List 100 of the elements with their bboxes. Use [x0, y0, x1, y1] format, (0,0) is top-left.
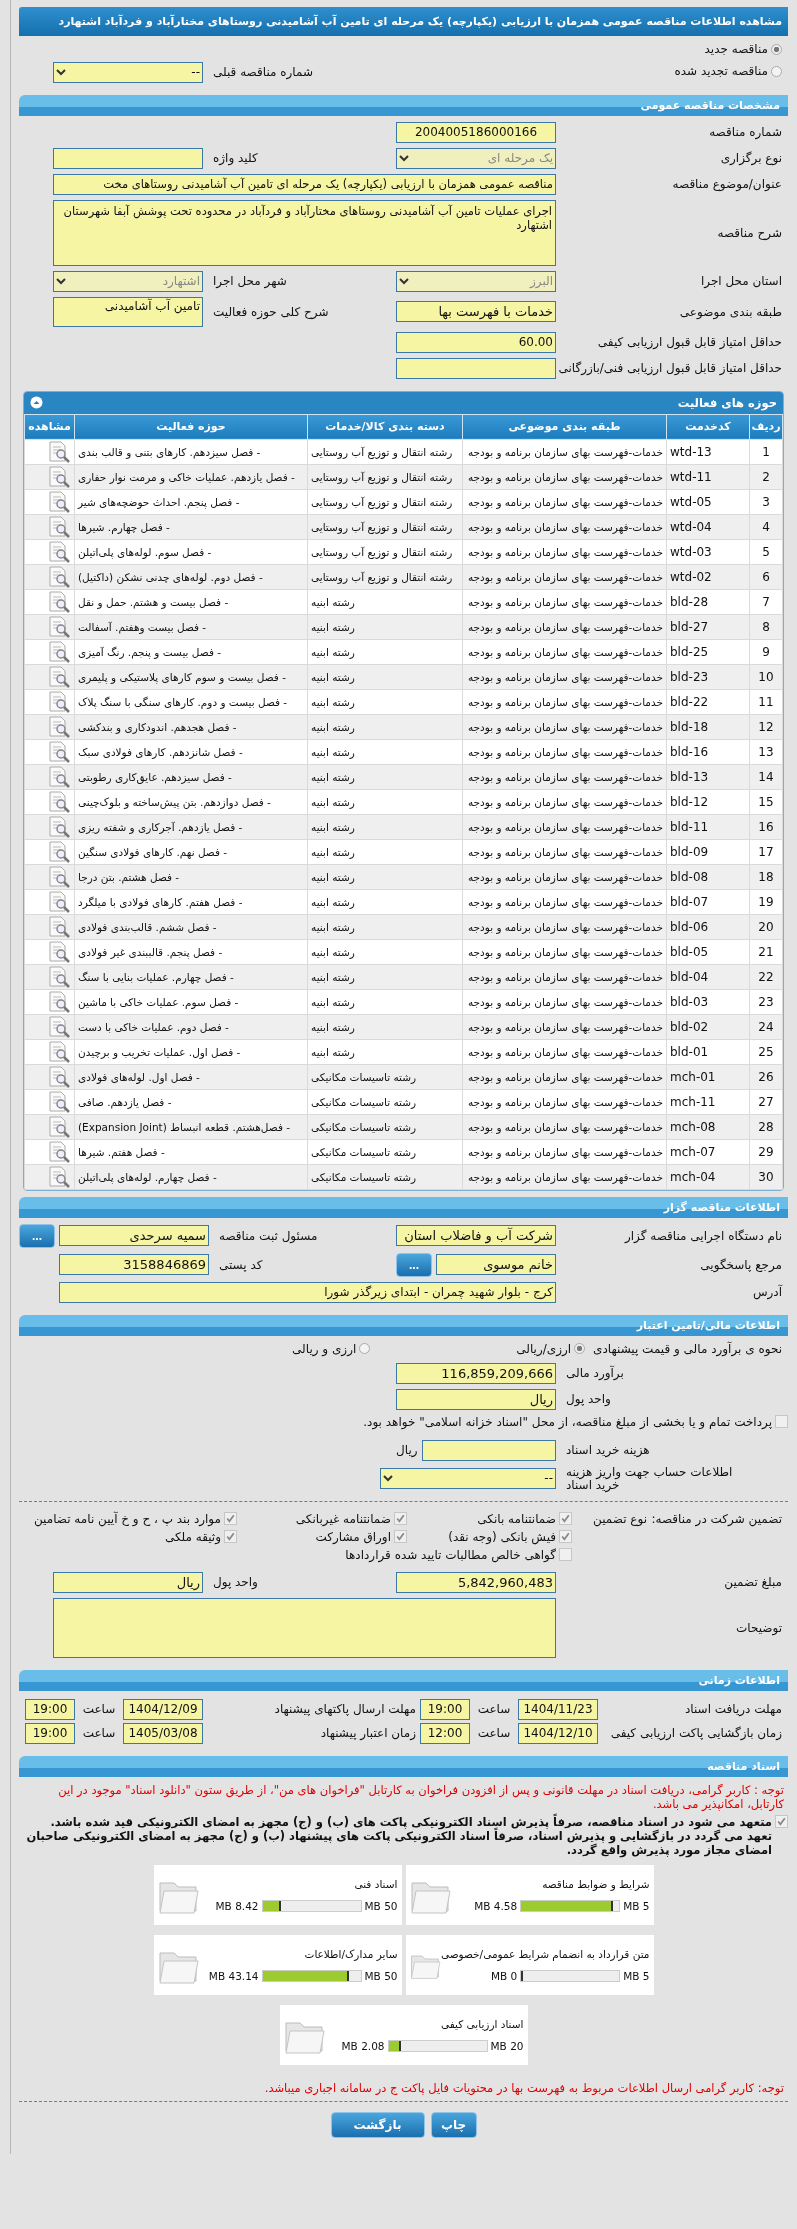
field-label: شرح مناقصه	[716, 225, 782, 240]
date-field[interactable]: 1404/12/10	[518, 1722, 598, 1744]
activity-scope-field[interactable]: تامین آب آشامیدنی	[53, 296, 203, 327]
view-icon[interactable]	[47, 740, 71, 763]
view-icon[interactable]	[47, 765, 71, 788]
radio-option[interactable]: ارزی/ریالی	[516, 1341, 586, 1356]
subject-field[interactable]: مناقصه عمومی همزمان با ارزیابی (یکپارچه) یک مرحله ای تامین آب آشامیدنی روستاهای مخت	[53, 173, 556, 195]
view-icon[interactable]	[47, 565, 71, 588]
field-label: نحوه ی برآورد مالی و قیمت پیشنهادی	[593, 1341, 782, 1356]
time-field[interactable]: 19:00	[420, 1698, 470, 1720]
view-icon[interactable]	[47, 890, 71, 913]
size-limit-text: 50 MB	[364, 1899, 398, 1912]
view-icon[interactable]	[47, 1140, 71, 1163]
checkmark-icon	[560, 1512, 571, 1524]
view-icon[interactable]	[47, 1015, 71, 1038]
checkbox-option[interactable]: پرداخت تمام و یا بخشی از مبلغ مناقصه، از محل "اسناد خزانه اسلامی" خواهد بود.	[363, 1414, 788, 1429]
date-field[interactable]: 1405/03/08	[123, 1722, 203, 1744]
view-icon[interactable]	[47, 490, 71, 513]
description-field[interactable]: اجرای عملیات تامین آب آشامیدنی روستاهای مختارآباد و فردآباد در محدوده تحت پوشش آبفا شهرستان اشتهارد	[53, 199, 556, 266]
view-icon[interactable]	[47, 640, 71, 663]
checkbox-option[interactable]: وثیقه ملکی	[11, 1529, 237, 1544]
view-icon[interactable]	[47, 865, 71, 888]
view-icon[interactable]	[47, 515, 71, 538]
browse-button[interactable]: ...	[19, 1223, 55, 1248]
table-cell: bld-11	[666, 814, 750, 839]
account-dropdown[interactable]: --	[380, 1468, 556, 1489]
view-icon[interactable]	[47, 965, 71, 988]
browse-button[interactable]: ...	[396, 1252, 432, 1277]
estimate-field[interactable]: 116,859,209,666	[396, 1362, 556, 1384]
checkbox-option[interactable]: ضمانتنامه غیربانکی	[237, 1511, 407, 1526]
view-icon[interactable]	[47, 915, 71, 938]
view-icon[interactable]	[47, 465, 71, 488]
table-cell: wtd-02	[666, 564, 750, 589]
radio-option[interactable]: ارزی و ریالی	[292, 1341, 371, 1356]
field-label: ساعت	[81, 1702, 117, 1716]
view-icon[interactable]	[47, 615, 71, 638]
table-cell: wtd-05	[666, 489, 750, 514]
registrar-field[interactable]: سمیه سرحدی	[59, 1225, 209, 1246]
view-icon[interactable]	[47, 665, 71, 688]
view-icon[interactable]	[47, 990, 71, 1013]
view-icon[interactable]	[47, 1065, 71, 1088]
table-cell: خدمات-فهرست بهای سازمان برنامه و بودجه	[462, 764, 667, 789]
document-fee-field[interactable]	[421, 1439, 556, 1461]
guarantee-amount-field[interactable]: 5,842,960,483	[396, 1571, 556, 1593]
checkbox-option[interactable]: ضمانتنامه بانکی	[407, 1511, 572, 1526]
organization-field[interactable]: شرکت آب و فاضلاب استان	[396, 1225, 556, 1246]
view-icon[interactable]	[47, 1040, 71, 1063]
time-field[interactable]: 12:00	[420, 1722, 470, 1744]
table-cell: خدمات-فهرست بهای سازمان برنامه و بودجه	[462, 439, 667, 464]
table-cell: رشته ابنیه	[307, 739, 463, 764]
radio-option[interactable]: مناقصه تجدید شده	[674, 64, 782, 79]
back-button[interactable]: بازگشت	[330, 2111, 425, 2138]
postal-code-field[interactable]: 3158846869	[59, 1254, 209, 1275]
previous-number-dropdown[interactable]: --	[53, 61, 203, 83]
view-icon[interactable]	[47, 1165, 71, 1188]
view-icon[interactable]	[47, 440, 71, 463]
table-cell: 25	[749, 1039, 783, 1064]
checkbox-option[interactable]: گواهی خالص مطالبات تایید شده قراردادها	[237, 1547, 572, 1562]
time-field[interactable]: 19:00	[25, 1698, 75, 1720]
table-cell: - فصل هشتم. بتن درجا	[74, 864, 308, 889]
classification-field[interactable]: خدمات با فهرست بها	[396, 301, 556, 322]
technical-score-field[interactable]	[396, 357, 556, 379]
table-cell: - فصل چهارم. عملیات بنایی با سنگ	[74, 964, 308, 989]
date-field[interactable]: 1404/11/23	[518, 1698, 598, 1720]
contact-field[interactable]: خانم موسوی	[436, 1254, 556, 1275]
time-field[interactable]: 19:00	[25, 1722, 75, 1744]
table-cell: bld-02	[666, 1014, 750, 1039]
currency-field[interactable]: ریال	[396, 1388, 556, 1410]
table-cell: - فصل‌هشتم. قطعه انبساط (Expansion Joint)	[74, 1114, 308, 1139]
view-icon[interactable]	[47, 1115, 71, 1138]
quality-score-field[interactable]: 60.00	[396, 331, 556, 353]
checkbox-option[interactable]: موارد بند پ ، ح و خ آیین نامه تضامین	[11, 1511, 237, 1526]
radio-option[interactable]: مناقصه جدید	[704, 42, 782, 56]
print-button[interactable]: چاپ	[430, 2111, 477, 2138]
checkbox-option[interactable]: متعهد می شود در اسناد مناقصه، صرفاً پذیرش اسناد الکترونیکی پاکت های (ب) و (ج) مجهز به امضای الکترونیکی قید شده باشد. تعهد می گردد در بازگشایی و پذیرش اسناد، صرفاً اسناد الکترونیکی پاکت های پیشنهاد (ب) و (ج) مجهز به امضای الکترونیکی صاحبان امضای مجاز مورد پذیرش واقع گردد.	[23, 1814, 788, 1857]
view-icon[interactable]	[47, 940, 71, 963]
view-icon[interactable]	[47, 840, 71, 863]
notes-field[interactable]	[53, 1597, 556, 1658]
table-cell: خدمات-فهرست بهای سازمان برنامه و بودجه	[462, 739, 667, 764]
view-icon[interactable]	[47, 715, 71, 738]
table-cell: رشته تاسیسات مکانیکی	[307, 1064, 463, 1089]
view-icon[interactable]	[47, 1090, 71, 1113]
table-cell: رشته انتقال و توزیع آب روستایی	[307, 539, 463, 564]
checkbox-option[interactable]: فیش بانکی (وجه نقد)	[407, 1529, 572, 1544]
view-icon[interactable]	[47, 690, 71, 713]
view-icon[interactable]	[47, 590, 71, 613]
view-icon[interactable]	[47, 815, 71, 838]
keyword-field[interactable]	[53, 147, 203, 169]
table-cell: خدمات-فهرست بهای سازمان برنامه و بودجه	[462, 839, 667, 864]
view-icon[interactable]	[47, 790, 71, 813]
collapse-icon[interactable]	[30, 396, 43, 409]
column-header: طبقه بندی موضوعی	[462, 414, 667, 439]
checkbox-option[interactable]: اوراق مشارکت	[237, 1529, 407, 1544]
caret-icon	[56, 277, 66, 285]
address-field[interactable]: کرج - بلوار شهید چمران - ابتدای زیرگذر شورا	[59, 1281, 556, 1303]
currency-field[interactable]: ریال	[53, 1571, 203, 1593]
table-cell: 26	[749, 1064, 783, 1089]
tender-number-field[interactable]: 2004005186000166	[396, 121, 556, 143]
date-field[interactable]: 1404/12/09	[123, 1698, 203, 1720]
view-icon[interactable]	[47, 540, 71, 563]
